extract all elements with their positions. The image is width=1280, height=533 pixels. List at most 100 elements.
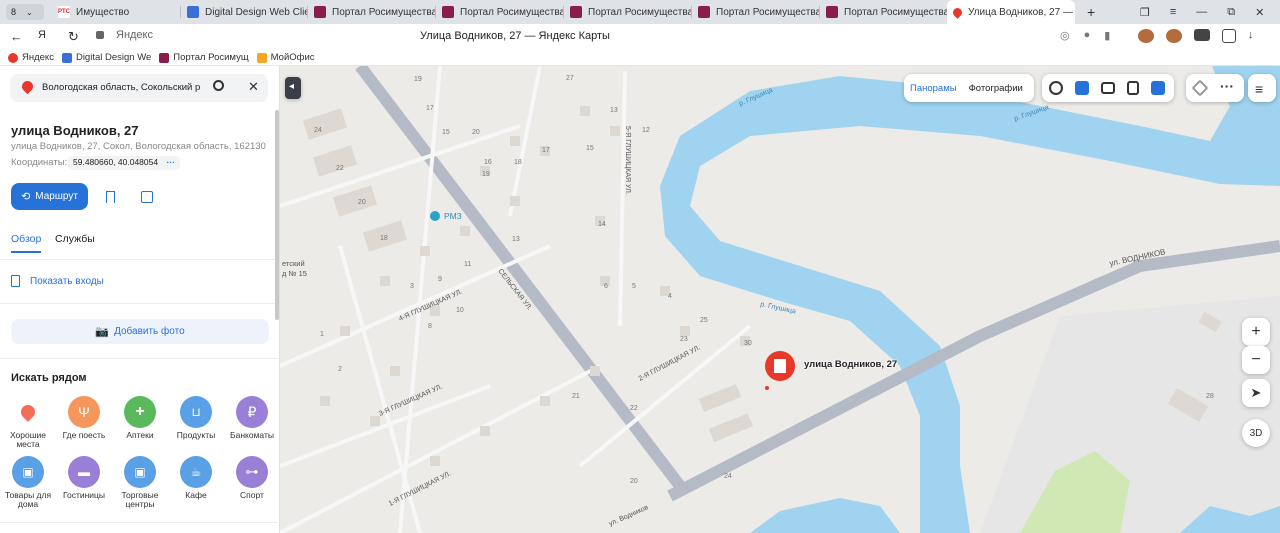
rosim-flag-icon bbox=[314, 6, 326, 18]
route-button[interactable]: ⟲ Маршрут bbox=[11, 183, 88, 210]
chevron-down-icon[interactable]: ⌄ bbox=[26, 8, 33, 17]
locate-me-button[interactable]: ➤ bbox=[1242, 379, 1270, 407]
shopping-bag-icon: ▣ bbox=[12, 456, 44, 488]
place-panel: Вологодская область, Сокольский р ✕ улиц… bbox=[0, 66, 280, 533]
menu-icon[interactable]: ≡ bbox=[1170, 6, 1176, 18]
category-cafe[interactable]: ☕ Кафе bbox=[168, 456, 224, 500]
rosim-flag-icon bbox=[826, 6, 838, 18]
tab-services[interactable]: Службы bbox=[55, 233, 95, 245]
street-label: 1-Я ГЛУШИЦКАЯ УЛ. bbox=[388, 470, 453, 507]
tab-count-badge[interactable]: 8 ⌄ bbox=[6, 4, 44, 20]
svg-text:17: 17 bbox=[426, 105, 434, 112]
collapse-panel-button[interactable]: ◂ bbox=[285, 77, 301, 99]
panoramas-button[interactable]: Панорамы bbox=[904, 83, 963, 94]
ruler-icon[interactable] bbox=[1191, 79, 1209, 97]
bookmark-digital-design[interactable]: Digital Design We bbox=[61, 52, 151, 63]
category-good-places[interactable]: Хорошие места bbox=[0, 396, 56, 449]
tab-imushchestvo[interactable]: РТС Имущество bbox=[52, 0, 180, 24]
layers-stack-icon[interactable] bbox=[1151, 81, 1165, 95]
svg-text:24: 24 bbox=[314, 127, 322, 134]
category-food[interactable]: Ψ Где поесть bbox=[56, 396, 112, 440]
camera-icon[interactable] bbox=[1101, 82, 1115, 94]
extension-icon[interactable] bbox=[1194, 29, 1210, 41]
add-photo-button[interactable]: 📷 Добавить фото bbox=[11, 319, 269, 344]
digital-design-icon bbox=[187, 6, 199, 18]
bus-icon[interactable] bbox=[1127, 81, 1139, 95]
category-home-goods[interactable]: ▣ Товары для дома bbox=[0, 456, 56, 509]
panel-scrollbar[interactable] bbox=[275, 110, 279, 320]
extension-icon[interactable] bbox=[1138, 29, 1154, 43]
svg-text:28: 28 bbox=[1206, 393, 1214, 400]
bookmark-moyofis[interactable]: МойОфис bbox=[256, 52, 315, 63]
svg-text:18: 18 bbox=[514, 159, 522, 166]
map-menu-button[interactable]: ≡ bbox=[1248, 74, 1276, 102]
coords-value[interactable]: 59.480660, 40.048054 ··· bbox=[68, 156, 180, 170]
pond bbox=[750, 498, 900, 533]
svg-text:16: 16 bbox=[484, 159, 492, 166]
street-label: 4-Я ГЛУШИЦКАЯ УЛ. bbox=[398, 288, 464, 322]
show-entrances-link[interactable]: Показать входы bbox=[11, 275, 104, 287]
poi-marker[interactable] bbox=[430, 211, 440, 221]
poi-label: РМЗ bbox=[444, 211, 462, 221]
clear-icon[interactable]: ✕ bbox=[248, 79, 259, 95]
close-window-icon[interactable]: ✕ bbox=[1255, 6, 1264, 19]
panorama-icon[interactable] bbox=[1075, 81, 1089, 95]
bookmark-yandex[interactable]: Яндекс bbox=[8, 52, 54, 63]
more-icon[interactable]: ··· bbox=[1220, 78, 1234, 94]
svg-text:23: 23 bbox=[680, 336, 688, 343]
search-box[interactable]: Вологодская область, Сокольский р ✕ bbox=[10, 74, 268, 102]
category-hotels[interactable]: ▬ Гостиницы bbox=[56, 456, 112, 500]
tab-digital-design[interactable]: Digital Design Web Clien bbox=[181, 0, 307, 24]
restore-icon[interactable]: ⧉ bbox=[1227, 6, 1235, 19]
three-d-button[interactable]: 3D bbox=[1242, 419, 1270, 447]
svg-text:18: 18 bbox=[380, 235, 388, 242]
search-icon[interactable] bbox=[213, 80, 224, 91]
map-canvas[interactable]: СЕЛЬСКАЯ УЛ. ул. ВОДНИКОВ ул. Водников 5… bbox=[280, 66, 1280, 533]
tab-yandex-maps[interactable]: Улица Водников, 27 — ✕ bbox=[947, 0, 1075, 24]
tab-rosim-4[interactable]: Портал Росимущества bbox=[692, 0, 819, 24]
location-icon[interactable]: ● bbox=[1084, 29, 1091, 42]
category-sport[interactable]: ⊶ Спорт bbox=[224, 456, 279, 500]
window-controls: ❐ ≡ — ⧉ ✕ bbox=[1140, 0, 1264, 24]
extension-icon[interactable] bbox=[1222, 29, 1236, 43]
place-title: улица Водников, 27 bbox=[11, 123, 139, 138]
zoom-in-button[interactable]: + bbox=[1242, 318, 1270, 346]
tab-rosim-3[interactable]: Портал Росимущества bbox=[564, 0, 691, 24]
search-input[interactable]: Вологодская область, Сокольский р bbox=[42, 82, 208, 93]
layers-icon[interactable] bbox=[1049, 81, 1063, 95]
category-pharmacy[interactable]: + Аптеки bbox=[112, 396, 168, 440]
extension-icon[interactable] bbox=[1166, 29, 1182, 43]
map-pin-icon bbox=[951, 5, 964, 19]
moyofis-icon bbox=[256, 52, 267, 63]
reader-icon[interactable]: ◎ bbox=[1060, 29, 1070, 42]
svg-text:14: 14 bbox=[598, 221, 606, 228]
tab-manager-icon[interactable]: ❐ bbox=[1140, 6, 1150, 19]
category-malls[interactable]: ▣ Торговые центры bbox=[112, 456, 168, 509]
shopping-bag-icon: ▣ bbox=[124, 456, 156, 488]
zoom-out-button[interactable]: − bbox=[1242, 346, 1270, 374]
partial-label: етский д № 15 bbox=[282, 259, 307, 278]
map-pin-icon bbox=[19, 78, 36, 95]
new-tab-icon[interactable]: + bbox=[1087, 4, 1095, 20]
download-icon[interactable]: ↓ bbox=[1248, 29, 1254, 43]
bookmark-icon[interactable]: ▮ bbox=[1104, 29, 1110, 42]
more-icon[interactable]: ··· bbox=[166, 157, 175, 167]
svg-text:22: 22 bbox=[336, 165, 344, 172]
minimize-icon[interactable]: — bbox=[1196, 6, 1207, 18]
entrance-icon bbox=[11, 275, 20, 287]
bookmark-place-button[interactable] bbox=[96, 183, 124, 210]
svg-text:25: 25 bbox=[700, 317, 708, 324]
page-title: Улица Водников, 27 — Яндекс Карты bbox=[420, 30, 610, 42]
category-atm[interactable]: ₽ Банкоматы bbox=[224, 396, 279, 440]
category-groceries[interactable]: ⊔ Продукты bbox=[168, 396, 224, 440]
tab-rosim-1[interactable]: Портал Росимущества bbox=[308, 0, 435, 24]
tab-overview[interactable]: Обзор bbox=[11, 233, 42, 253]
street-label: 5-Я ГЛУШИЦКАЯ УЛ. bbox=[624, 126, 631, 195]
photos-button[interactable]: Фотографии bbox=[963, 83, 1029, 94]
share-button[interactable] bbox=[133, 183, 161, 210]
bookmark-rosim[interactable]: Портал Росимущ bbox=[159, 52, 249, 63]
svg-text:6: 6 bbox=[604, 283, 608, 290]
panorama-controls: Панорамы Фотографии bbox=[904, 74, 1034, 102]
tab-rosim-5[interactable]: Портал Росимущества bbox=[820, 0, 947, 24]
tab-rosim-2[interactable]: Портал Росимущества bbox=[436, 0, 563, 24]
